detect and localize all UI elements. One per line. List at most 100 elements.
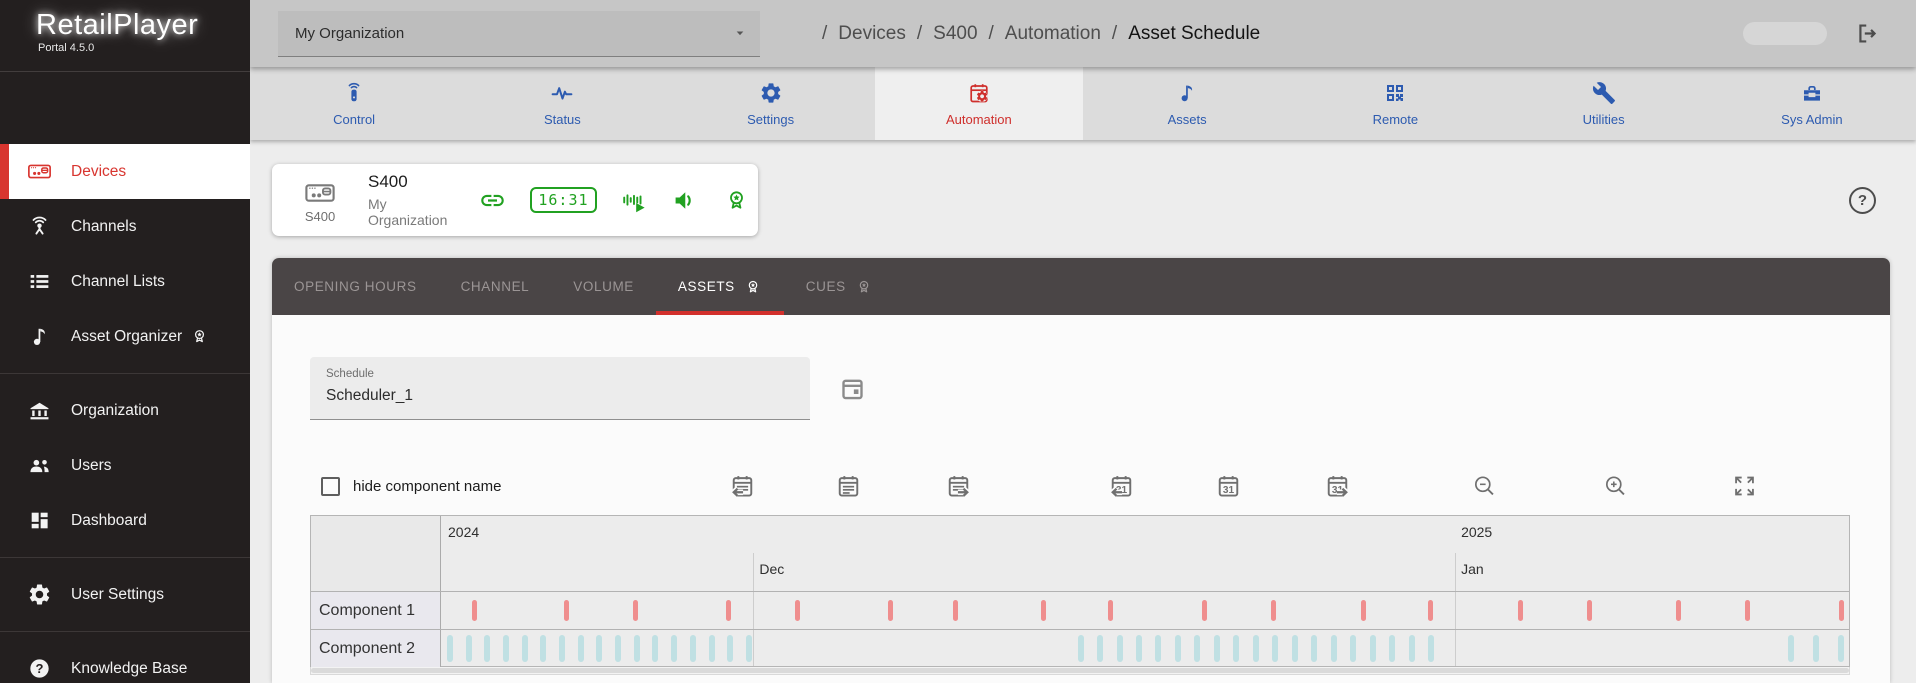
- timeline-event-tick[interactable]: [484, 635, 490, 662]
- timeline-event-tick[interactable]: [726, 600, 731, 621]
- tab-utilities[interactable]: Utilities: [1500, 67, 1708, 140]
- timeline-event-tick[interactable]: [1409, 635, 1415, 662]
- sidebar-item-dashboard[interactable]: Dashboard: [0, 493, 250, 548]
- sidebar-item-knowledge-base[interactable]: ?Knowledge Base: [0, 641, 250, 683]
- timeline-event-tick[interactable]: [1041, 600, 1046, 621]
- timeline-event-tick[interactable]: [1202, 600, 1207, 621]
- tab-settings[interactable]: Settings: [667, 67, 875, 140]
- next-day-button[interactable]: [945, 473, 972, 500]
- timeline-event-tick[interactable]: [522, 635, 528, 662]
- calendar-picker-icon[interactable]: [839, 375, 866, 402]
- sidebar-item-channels[interactable]: Channels: [0, 199, 250, 254]
- timeline-event-tick[interactable]: [709, 635, 715, 662]
- tab-sys-admin[interactable]: Sys Admin: [1708, 67, 1916, 140]
- timeline-event-tick[interactable]: [727, 635, 733, 662]
- tab-status[interactable]: Status: [458, 67, 666, 140]
- sidebar-item-devices[interactable]: Devices: [0, 144, 250, 199]
- timeline-event-tick[interactable]: [1097, 635, 1103, 662]
- previous-month-button[interactable]: 31: [1108, 473, 1135, 500]
- timeline-event-tick[interactable]: [652, 635, 658, 662]
- breadcrumb-item-asset-schedule[interactable]: Asset Schedule: [1128, 23, 1260, 45]
- tab-assets[interactable]: Assets: [1083, 67, 1291, 140]
- timeline-row-track[interactable]: [442, 630, 1849, 667]
- timeline-event-tick[interactable]: [1838, 635, 1844, 662]
- timeline-event-tick[interactable]: [503, 635, 509, 662]
- timeline-event-tick[interactable]: [564, 600, 569, 621]
- timeline-event-tick[interactable]: [634, 635, 640, 662]
- logout-icon[interactable]: [1855, 21, 1880, 46]
- breadcrumb-item-devices[interactable]: Devices: [838, 23, 906, 45]
- timeline-event-tick[interactable]: [466, 635, 472, 662]
- tab-control[interactable]: Control: [250, 67, 458, 140]
- timeline-event-tick[interactable]: [1813, 635, 1819, 662]
- timeline-event-tick[interactable]: [472, 600, 477, 621]
- timeline-event-tick[interactable]: [1292, 635, 1298, 662]
- timeline-event-tick[interactable]: [1214, 635, 1220, 662]
- timeline-event-tick[interactable]: [1155, 635, 1161, 662]
- previous-day-button[interactable]: [729, 473, 756, 500]
- timeline-event-tick[interactable]: [1271, 600, 1276, 621]
- tab-remote[interactable]: Remote: [1291, 67, 1499, 140]
- timeline-event-tick[interactable]: [671, 635, 677, 662]
- timeline-event-tick[interactable]: [1428, 635, 1434, 662]
- timeline-event-tick[interactable]: [578, 635, 584, 662]
- timeline-event-tick[interactable]: [1136, 635, 1142, 662]
- timeline-event-tick[interactable]: [447, 635, 453, 662]
- schedule-field[interactable]: Schedule Scheduler_1: [310, 357, 810, 420]
- sidebar-item-channel-lists[interactable]: Channel Lists: [0, 254, 250, 309]
- hide-component-name-checkbox[interactable]: [321, 477, 340, 496]
- timeline-event-tick[interactable]: [1117, 635, 1123, 662]
- timeline-event-tick[interactable]: [1233, 635, 1239, 662]
- timeline-event-tick[interactable]: [888, 600, 893, 621]
- timeline-event-tick[interactable]: [1389, 635, 1395, 662]
- timeline-event-tick[interactable]: [1272, 635, 1278, 662]
- timeline-event-tick[interactable]: [746, 635, 752, 662]
- timeline-event-tick[interactable]: [795, 600, 800, 621]
- timeline-event-tick[interactable]: [540, 635, 546, 662]
- section-tab-assets[interactable]: ASSETS: [656, 258, 784, 315]
- timeline-event-tick[interactable]: [1518, 600, 1523, 621]
- timeline-event-tick[interactable]: [1108, 600, 1113, 621]
- timeline-event-tick[interactable]: [633, 600, 638, 621]
- timeline-event-tick[interactable]: [1745, 600, 1750, 621]
- section-tab-channel[interactable]: CHANNEL: [439, 258, 552, 315]
- timeline-event-tick[interactable]: [1370, 635, 1376, 662]
- timeline-event-tick[interactable]: [1350, 635, 1356, 662]
- section-tab-cues[interactable]: CUES: [784, 258, 895, 315]
- breadcrumb-item-automation[interactable]: Automation: [1005, 23, 1101, 45]
- section-tab-opening-hours[interactable]: OPENING HOURS: [272, 258, 439, 315]
- breadcrumb-item-s400[interactable]: S400: [933, 23, 977, 45]
- timeline-event-tick[interactable]: [559, 635, 565, 662]
- timeline-event-tick[interactable]: [1175, 635, 1181, 662]
- tab-automation[interactable]: Automation: [875, 67, 1083, 140]
- zoom-in-button[interactable]: [1602, 473, 1629, 500]
- current-day-button[interactable]: [835, 473, 862, 500]
- section-tab-volume[interactable]: VOLUME: [551, 258, 656, 315]
- next-month-button[interactable]: 31: [1324, 473, 1351, 500]
- organization-selector[interactable]: My Organization: [278, 11, 760, 57]
- timeline-scrollbar-thumb[interactable]: [311, 668, 1849, 673]
- timeline-event-tick[interactable]: [1587, 600, 1592, 621]
- timeline-event-tick[interactable]: [690, 635, 696, 662]
- timeline-event-tick[interactable]: [1361, 600, 1366, 621]
- timeline-event-tick[interactable]: [1839, 600, 1844, 621]
- timeline-row-track[interactable]: [442, 592, 1849, 629]
- timeline-event-tick[interactable]: [1331, 635, 1337, 662]
- sidebar-item-asset-organizer[interactable]: Asset Organizer: [0, 309, 250, 364]
- timeline-event-tick[interactable]: [1078, 635, 1084, 662]
- timeline-scrollbar[interactable]: [310, 667, 1850, 675]
- sidebar-item-organization[interactable]: Organization: [0, 383, 250, 438]
- timeline-event-tick[interactable]: [1676, 600, 1681, 621]
- zoom-out-button[interactable]: [1471, 473, 1498, 500]
- timeline-event-tick[interactable]: [596, 635, 602, 662]
- help-button[interactable]: ?: [1849, 187, 1876, 214]
- timeline-event-tick[interactable]: [1788, 635, 1794, 662]
- timeline-event-tick[interactable]: [1428, 600, 1433, 621]
- timeline-event-tick[interactable]: [1253, 635, 1259, 662]
- current-month-button[interactable]: 31: [1215, 473, 1242, 500]
- timeline-event-tick[interactable]: [1194, 635, 1200, 662]
- timeline-event-tick[interactable]: [1311, 635, 1317, 662]
- timeline-event-tick[interactable]: [615, 635, 621, 662]
- sidebar-item-user-settings[interactable]: User Settings: [0, 567, 250, 622]
- sidebar-item-users[interactable]: Users: [0, 438, 250, 493]
